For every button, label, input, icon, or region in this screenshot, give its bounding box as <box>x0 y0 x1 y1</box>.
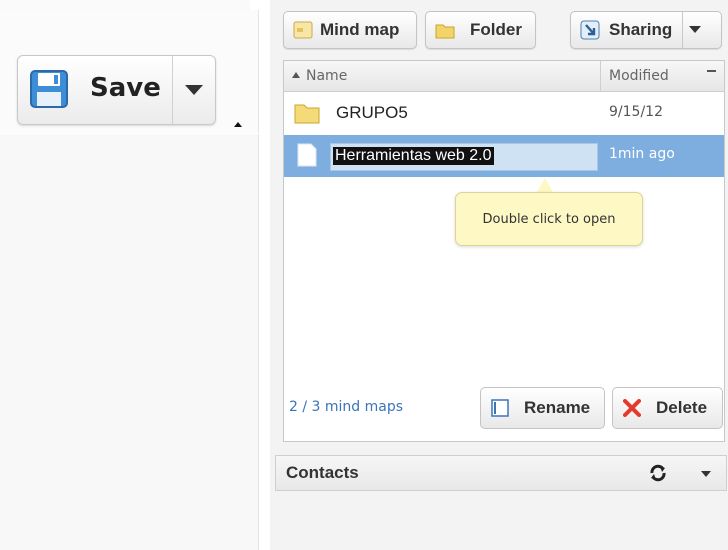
sharing-divider <box>682 12 683 48</box>
folder-icon <box>294 104 320 124</box>
contacts-label: Contacts <box>286 463 359 482</box>
save-dropdown-button[interactable] <box>173 56 215 124</box>
list-item-herramientas[interactable]: Herramientas web 2.0 1min ago <box>284 135 724 177</box>
folder-icon <box>435 24 455 39</box>
tooltip-text: Double click to open <box>482 211 616 227</box>
delete-label: Delete <box>656 398 708 417</box>
sharing-label: Sharing <box>609 20 673 39</box>
sort-ascending-icon <box>292 72 300 78</box>
list-item-grupo5[interactable]: GRUPO5 9/15/12 <box>284 93 724 135</box>
item-modified: 9/15/12 <box>609 104 663 120</box>
new-folder-button[interactable]: Folder <box>425 11 536 49</box>
floppy-disk-icon <box>30 70 68 108</box>
chevron-down-icon[interactable] <box>701 471 711 477</box>
column-header-modified[interactable]: Modified <box>609 68 669 84</box>
contacts-section[interactable]: Contacts <box>275 455 727 491</box>
mind-map-count[interactable]: 2 / 3 mind maps <box>289 399 403 415</box>
refresh-icon[interactable] <box>648 463 668 483</box>
share-icon <box>580 20 600 40</box>
mind-map-canvas[interactable] <box>0 134 259 550</box>
save-split-button: Save <box>17 55 216 125</box>
tooltip-arrow <box>537 178 553 192</box>
new-mind-map-button[interactable]: Mind map <box>283 11 417 49</box>
save-button[interactable]: Save <box>18 56 173 124</box>
rename-icon <box>491 399 509 417</box>
folder-label: Folder <box>470 20 522 39</box>
rename-button[interactable]: Rename <box>480 387 605 429</box>
column-header-name[interactable]: Name <box>292 68 347 84</box>
save-label: Save <box>90 73 161 103</box>
sharing-split-button[interactable]: Sharing <box>570 11 722 49</box>
item-name: GRUPO5 <box>336 103 408 122</box>
document-icon <box>297 143 317 167</box>
rename-input-text: Herramientas web 2.0 <box>333 147 494 165</box>
column-menu-icon[interactable] <box>707 70 716 75</box>
item-modified: 1min ago <box>609 146 675 162</box>
mind-map-label: Mind map <box>320 20 400 39</box>
new-mind-map-icon <box>293 21 313 39</box>
chevron-down-icon[interactable] <box>689 26 701 33</box>
chevron-down-icon <box>185 85 203 95</box>
rename-label: Rename <box>524 398 591 417</box>
file-list[interactable]: Name Modified GRUPO5 9/15/12 Herramienta… <box>283 60 725 442</box>
tooltip: Double click to open <box>455 192 643 246</box>
column-divider <box>600 61 601 91</box>
rename-input[interactable]: Herramientas web 2.0 <box>330 143 598 171</box>
delete-button[interactable]: Delete <box>612 387 723 429</box>
delete-x-icon <box>623 399 641 417</box>
editor-toolbar: Save <box>0 10 259 133</box>
collapse-arrow-icon[interactable] <box>234 122 242 127</box>
list-header: Name Modified <box>284 61 724 92</box>
